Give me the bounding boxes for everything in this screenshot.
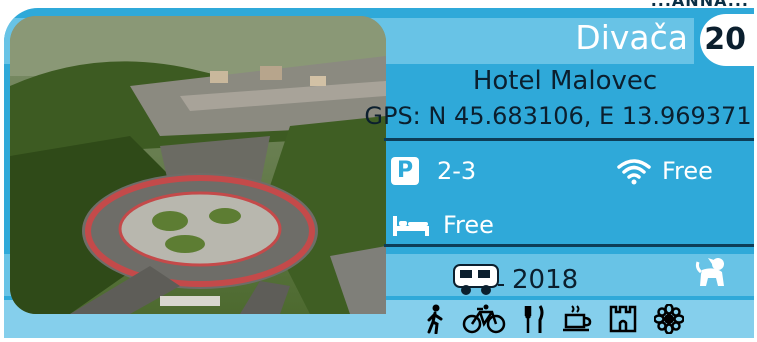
year-info: 2018	[452, 261, 578, 299]
location-number: 20	[704, 22, 746, 57]
wifi-value: Free	[662, 157, 713, 185]
coffee-icon	[563, 305, 592, 332]
page-title: Divača	[575, 18, 688, 57]
castle-icon	[609, 305, 637, 333]
divider	[384, 138, 754, 141]
venue-name: Hotel Malovec	[472, 66, 658, 96]
beds-info: Free	[391, 210, 494, 240]
parking-icon: P	[391, 157, 419, 185]
location-card: Divača 20 Hotel Malovec GPS: N 45.683106…	[4, 8, 754, 338]
flower-icon	[654, 304, 684, 334]
amenities-row	[424, 304, 684, 334]
parking-info: P 2-3	[391, 156, 476, 186]
gps-coordinates: GPS: N 45.683106, E 13.969371	[364, 102, 752, 130]
beds-value: Free	[443, 211, 494, 239]
divider	[384, 244, 754, 247]
hiking-icon	[427, 304, 443, 334]
wifi-info: Free	[616, 156, 713, 186]
bed-icon	[393, 216, 429, 236]
year-value: 2018	[512, 265, 579, 295]
wifi-icon	[617, 159, 651, 185]
restaurant-icon	[524, 305, 544, 333]
bicycle-icon	[462, 304, 506, 334]
aerial-photo	[10, 16, 386, 314]
caravan-icon	[453, 264, 504, 295]
parking-spaces: 2-3	[437, 157, 477, 185]
dog-icon	[695, 258, 724, 286]
corner-text: ...ANNA...	[650, 0, 749, 10]
